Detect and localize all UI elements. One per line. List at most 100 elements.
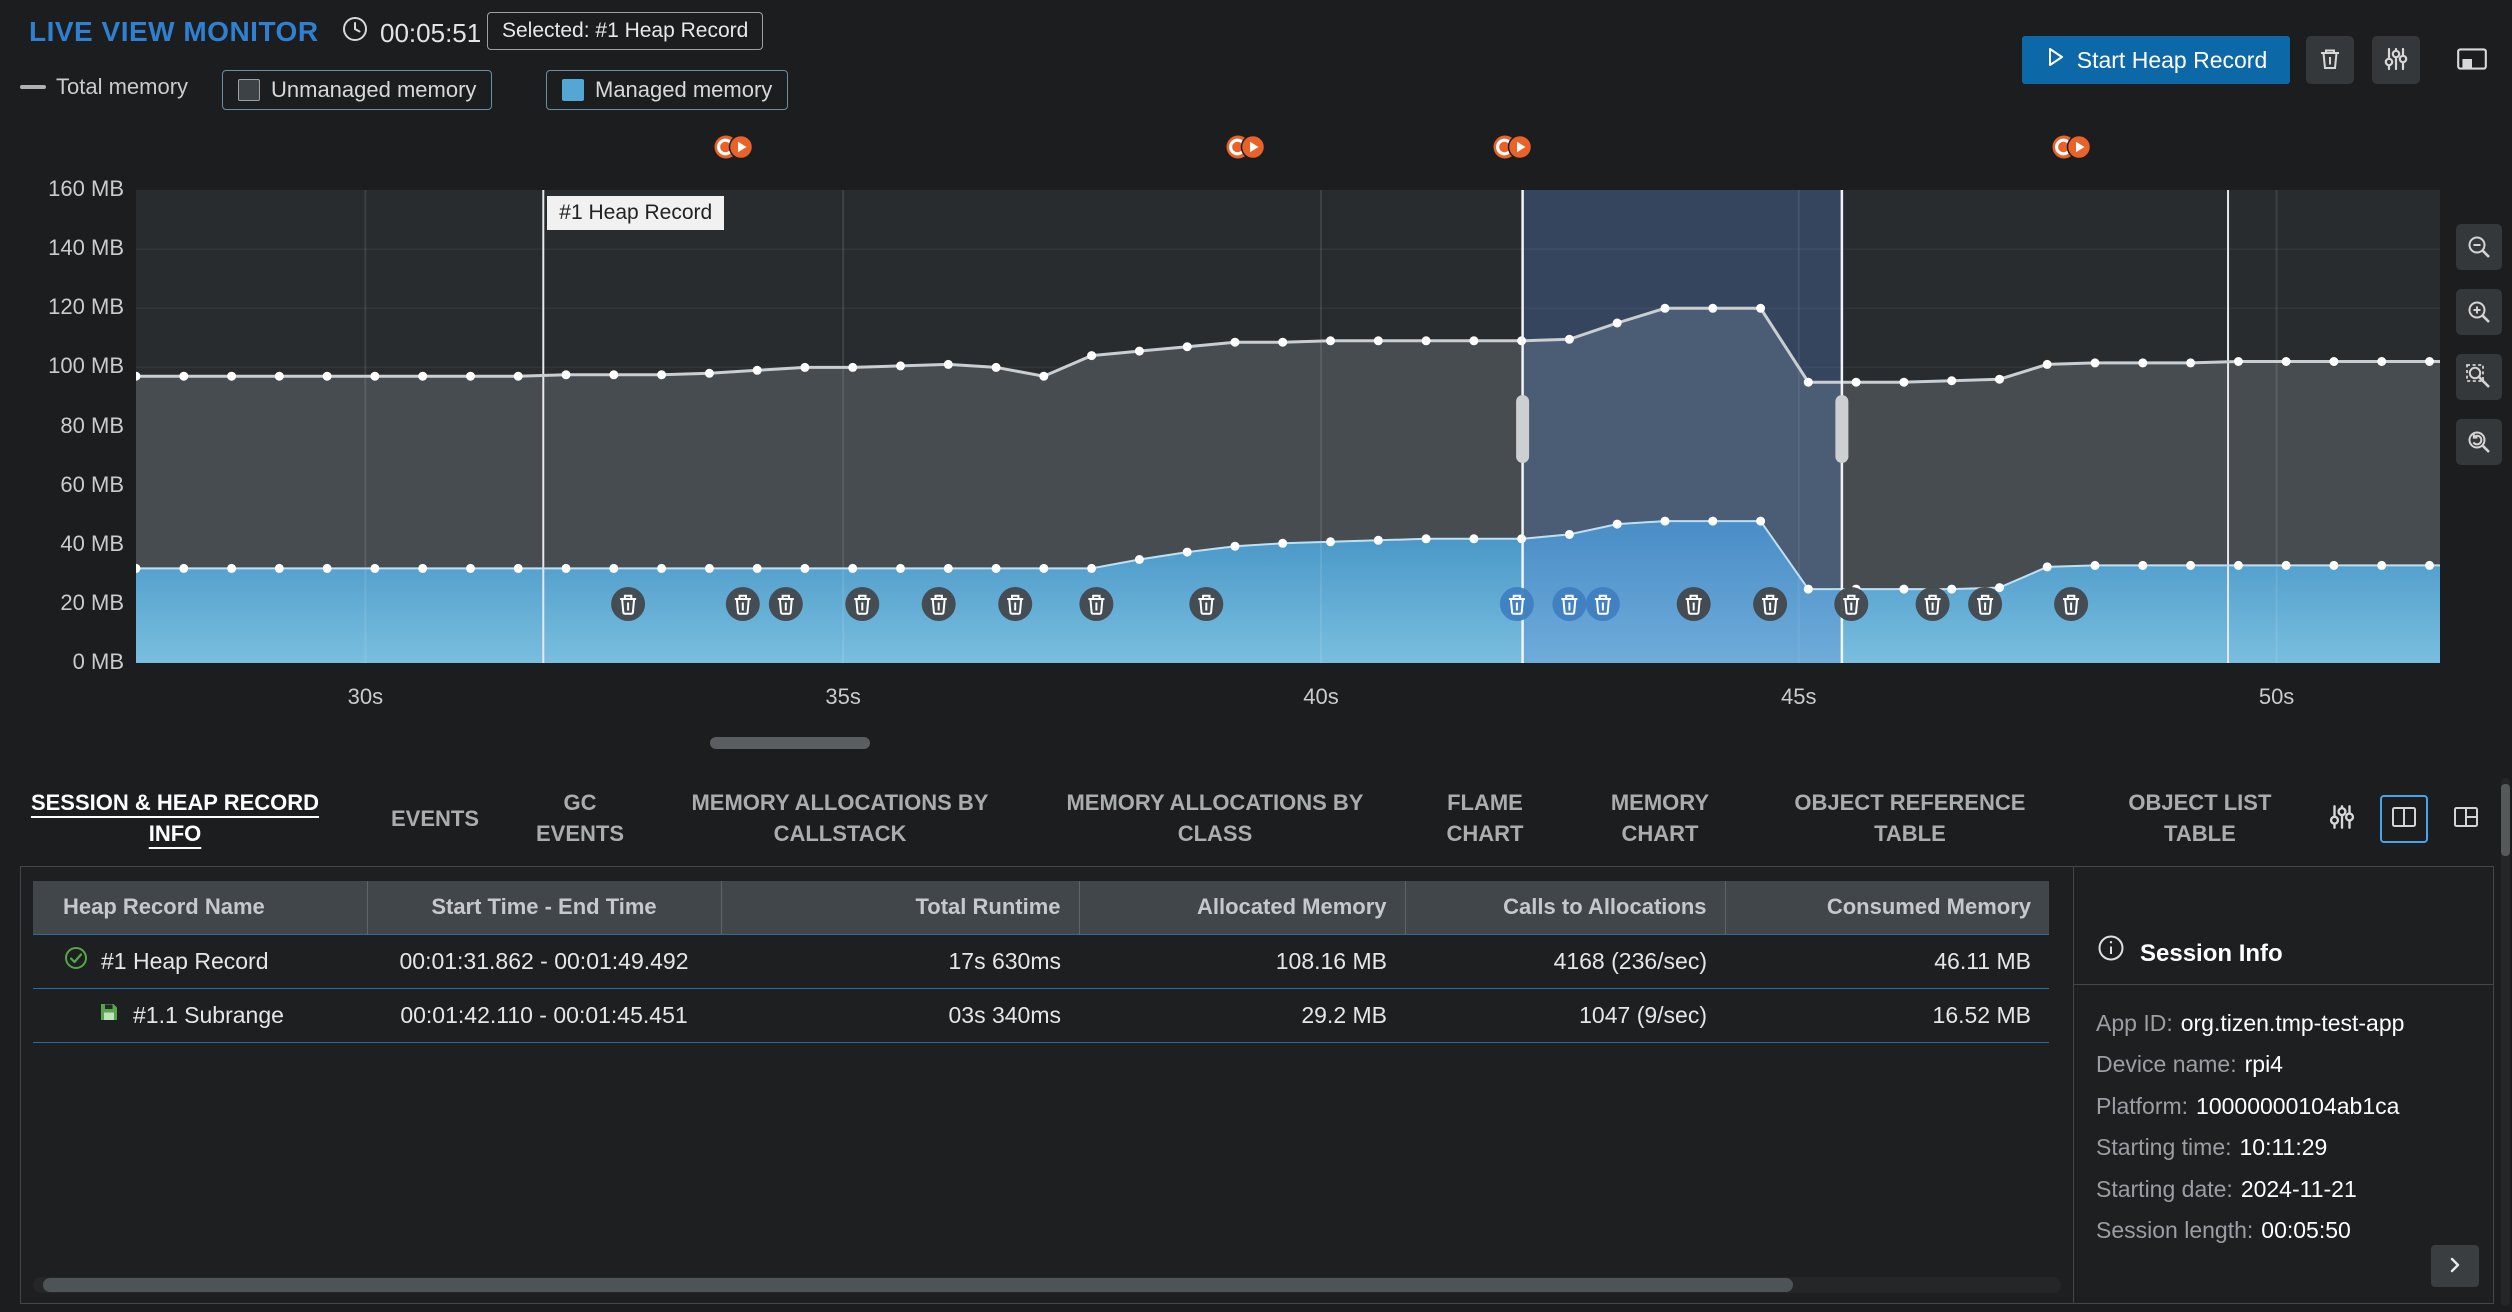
- cell-calls: 4168 (236/sec): [1405, 934, 1725, 988]
- column-header[interactable]: Consumed Memory: [1725, 881, 2049, 934]
- cell-calls: 1047 (9/sec): [1405, 988, 1725, 1042]
- delete-event-icon[interactable]: [1677, 587, 1711, 621]
- table-row[interactable]: #1 Heap Record00:01:31.862 - 00:01:49.49…: [33, 934, 2049, 988]
- clock-icon: [340, 14, 370, 49]
- tab-memory-allocations-by-callstack[interactable]: MEMORY ALLOCATIONS BY CALLSTACK: [675, 788, 1005, 850]
- delete-event-icon[interactable]: [769, 587, 803, 621]
- zoom-out-button[interactable]: [2456, 224, 2502, 270]
- heap-record-label: #1 Heap Record: [547, 196, 724, 230]
- session-info-title: Session Info: [2140, 940, 2283, 968]
- tab-session-heap-record-info[interactable]: SESSION & HEAP RECORD INFO: [10, 788, 340, 850]
- delete-event-icon[interactable]: [922, 587, 956, 621]
- expand-panel-button[interactable]: [2431, 1245, 2479, 1287]
- delete-event-icon[interactable]: [1834, 587, 1868, 621]
- tab-memory-chart[interactable]: MEMORY CHART: [1590, 788, 1730, 850]
- y-tick-label: 160 MB: [6, 176, 124, 202]
- delete-event-icon[interactable]: [1500, 587, 1534, 621]
- selection-handle-right[interactable]: [1835, 395, 1848, 463]
- vertical-scrollbar-thumb[interactable]: [2501, 784, 2510, 856]
- zoom-to-selection-button[interactable]: [2456, 354, 2502, 400]
- delete-event-icon[interactable]: [611, 587, 645, 621]
- chart-legend: Total memory Unmanaged memory Managed me…: [0, 66, 2512, 112]
- session-item-label: Session length:: [2096, 1217, 2253, 1243]
- column-header[interactable]: Calls to Allocations: [1405, 881, 1725, 934]
- view-options: [2318, 795, 2490, 843]
- session-info-panel: Session Info App ID:org.tizen.tmp-test-a…: [2073, 867, 2493, 1303]
- session-item-label: Platform:: [2096, 1093, 2188, 1119]
- gc-event-icon[interactable]: [1224, 132, 1266, 167]
- legend-unmanaged-memory[interactable]: Unmanaged memory: [222, 70, 492, 110]
- record-name: #1 Heap Record: [101, 948, 269, 975]
- delete-event-icon[interactable]: [1968, 587, 2002, 621]
- y-tick-label: 0 MB: [6, 649, 124, 675]
- records-table: Heap Record NameStart Time - End TimeTot…: [33, 881, 2049, 1043]
- session-item-label: Starting date:: [2096, 1176, 2233, 1202]
- bottom-panel: Heap Record NameStart Time - End TimeTot…: [20, 866, 2494, 1304]
- tab-flame-chart[interactable]: FLAME CHART: [1425, 788, 1545, 850]
- chart-scrollbar[interactable]: [136, 737, 2440, 749]
- session-item-value: 00:05:50: [2261, 1217, 2351, 1243]
- column-header[interactable]: Start Time - End Time: [367, 881, 721, 934]
- delete-event-icon[interactable]: [1552, 587, 1586, 621]
- chart-scrollbar-thumb[interactable]: [710, 737, 870, 749]
- legend-managed-memory[interactable]: Managed memory: [546, 70, 788, 110]
- sliders-icon: [2327, 802, 2357, 837]
- live-view-monitor: LIVE VIEW MONITOR 00:05:51 Selected: #1 …: [0, 0, 2512, 1312]
- delete-event-icon[interactable]: [726, 587, 760, 621]
- tab-events[interactable]: EVENTS: [385, 804, 485, 835]
- cell-runtime: 03s 340ms: [721, 988, 1079, 1042]
- tab-object-reference-table[interactable]: OBJECT REFERENCE TABLE: [1775, 788, 2045, 850]
- legend-unmanaged-label: Unmanaged memory: [271, 77, 476, 103]
- session-item-label: Device name:: [2096, 1051, 2237, 1077]
- total-memory-line-swatch: [20, 85, 46, 89]
- memory-chart[interactable]: [136, 190, 2440, 663]
- layout-split-grid-button[interactable]: [2442, 795, 2490, 843]
- gc-event-icon[interactable]: [712, 132, 754, 167]
- chevron-right-icon: [2445, 1255, 2465, 1278]
- delete-event-icon[interactable]: [1916, 587, 1950, 621]
- session-item-value: 10:11:29: [2240, 1134, 2328, 1160]
- y-tick-label: 20 MB: [6, 590, 124, 616]
- layout-split-columns-button[interactable]: [2380, 795, 2428, 843]
- delete-event-icon[interactable]: [1079, 587, 1113, 621]
- column-header[interactable]: Total Runtime: [721, 881, 1079, 934]
- table-settings-button[interactable]: [2318, 795, 2366, 843]
- gc-event-icon[interactable]: [2050, 132, 2092, 167]
- table-row[interactable]: #1.1 Subrange00:01:42.110 - 00:01:45.451…: [33, 988, 2049, 1042]
- cell-allocated: 108.16 MB: [1079, 934, 1405, 988]
- table-scrollbar-thumb[interactable]: [43, 1278, 1793, 1292]
- delete-event-icon[interactable]: [998, 587, 1032, 621]
- session-info-item: App ID:org.tizen.tmp-test-app: [2096, 1003, 2471, 1044]
- zoom-in-button[interactable]: [2456, 289, 2502, 335]
- selection-handle-left[interactable]: [1516, 395, 1529, 463]
- delete-event-icon[interactable]: [2054, 587, 2088, 621]
- column-header[interactable]: Heap Record Name: [33, 881, 367, 934]
- subrange-icon: [97, 1000, 121, 1030]
- y-tick-label: 40 MB: [6, 531, 124, 557]
- y-tick-label: 80 MB: [6, 413, 124, 439]
- tab-memory-allocations-by-class[interactable]: MEMORY ALLOCATIONS BY CLASS: [1050, 788, 1380, 850]
- x-tick-label: 30s: [348, 684, 383, 710]
- delete-event-icon[interactable]: [1189, 587, 1223, 621]
- session-item-value: rpi4: [2245, 1051, 2283, 1077]
- delete-event-icon[interactable]: [1586, 587, 1620, 621]
- column-header[interactable]: Allocated Memory: [1079, 881, 1405, 934]
- cell-name: #1 Heap Record: [33, 934, 367, 988]
- tab-gc-events[interactable]: GC EVENTS: [530, 788, 630, 850]
- x-tick-label: 40s: [1303, 684, 1338, 710]
- zoom-reset-button[interactable]: [2456, 419, 2502, 465]
- gc-event-icon[interactable]: [1491, 132, 1533, 167]
- session-info-item: Session length: 00:05:50: [2096, 1210, 2471, 1251]
- table-scrollbar[interactable]: [33, 1277, 2061, 1293]
- x-tick-label: 35s: [825, 684, 860, 710]
- y-tick-label: 140 MB: [6, 235, 124, 261]
- record-name: #1.1 Subrange: [133, 1002, 284, 1029]
- vertical-scrollbar[interactable]: [2501, 778, 2510, 1306]
- delete-event-icon[interactable]: [1753, 587, 1787, 621]
- page-title: LIVE VIEW MONITOR: [29, 16, 319, 48]
- session-info-item: Device name: rpi4: [2096, 1044, 2471, 1085]
- delete-event-icon[interactable]: [845, 587, 879, 621]
- legend-total-label: Total memory: [56, 74, 188, 100]
- tab-object-list-table[interactable]: OBJECT LIST TABLE: [2090, 788, 2310, 850]
- session-item-value: 2024-11-21: [2241, 1176, 2357, 1202]
